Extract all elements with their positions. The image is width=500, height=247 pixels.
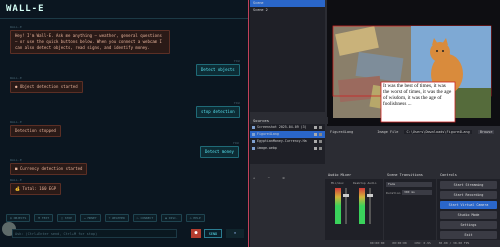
exit-button[interactable]: Exit [440,231,497,239]
source-label: EgyptianMoney-Currency-Ha [257,139,307,143]
lock-icon[interactable] [319,133,322,136]
transitions-title: Scene Transitions [384,172,436,179]
chip-help[interactable]: ◇ HELP [185,214,205,222]
duration-input[interactable]: 300 ms [402,190,432,195]
sources-list: Screenshot 2025-04-09 (3) Figure4Lang Eg… [250,124,325,164]
scene-transitions: Scene Transitions Fade Duration 300 ms [384,172,436,247]
message-bubble: ■ Currency detection started [10,163,88,175]
properties-bar: Figure4Lang Image File C:\Users\Download… [327,128,500,136]
message-bubble: ● Object detection started [10,81,83,93]
start-recording-button[interactable]: Start Recording [440,191,497,199]
lock-icon[interactable] [319,140,322,143]
message-bubble: stop detection [196,106,240,118]
message-bubble: Detection stopped [10,125,61,137]
prop-label: Figure4Lang [330,130,354,134]
obs-window: Scene Scene 2 It was the best of times, … [250,0,500,247]
add-icon[interactable]: + [253,176,255,180]
audio-meter [335,188,341,224]
chip-stop[interactable]: □ STOP [57,214,76,222]
chip-disconnect[interactable]: ◉ DISC. [161,214,182,222]
gear-icon[interactable]: ⚙ [283,176,285,180]
source-icon [252,126,255,129]
preview-canvas[interactable]: It was the best of times, it was the wor… [327,0,500,126]
message-bubble: Hey! I'm Wall-E. Ask me anything — weath… [10,30,170,54]
controls-dock: Controls Start Streaming Start Recording… [437,172,500,247]
preview-image: It was the best of times, it was the wor… [327,0,500,126]
duration-label: Duration [386,191,401,195]
scenes-list: Scene Scene 2 [250,0,325,112]
start-streaming-button[interactable]: Start Streaming [440,181,497,189]
preview-text: It was the best of times, it was the wor… [383,83,452,107]
transition-select[interactable]: Fade [386,182,432,187]
message-bubble: Detect money [200,146,239,158]
app-logo: WALL-E [6,4,45,14]
status-bar: 00:00:00 00:00:00 CPU: 0.9% 30.00 / 30.0… [250,240,500,247]
status-fps: 30.00 / 30.00 FPS [438,241,470,245]
fader-knob[interactable] [343,194,349,197]
message-bubble: 💰 Total: 160 EGP [10,183,62,195]
message-assistant: WALL-E ■ Currency detection started [10,157,88,175]
source-item[interactable]: EgyptianMoney-Currency-Ha [250,138,325,145]
prop-path[interactable]: C:\Users\Downloads\Figure4Lang [404,130,472,134]
fader-knob[interactable] [367,194,373,197]
chip-connect[interactable]: ▷ CONNECT [132,214,158,222]
message-assistant: WALL-E ● Object detection started [10,75,83,93]
source-icon [252,140,255,143]
audio-mixer: Audio Mixer Mic/Aux Desktop Audio [325,172,383,247]
source-label: Figure4Lang [257,132,279,136]
quick-actions: ◎ OBJECTS ⚑ TEXT □ STOP ¤ MONEY ☀ WEATHE… [6,214,205,222]
chip-money[interactable]: ¤ MONEY [79,214,101,222]
chip-weather[interactable]: ☀ WEATHER [104,214,129,222]
message-assistant: WALL-E Detection stopped [10,119,61,137]
chat-panel: WALL-E WALL-E Hey! I'm Wall-E. Ask me an… [0,0,249,247]
menu-button[interactable]: ≡ [226,229,244,238]
eye-icon[interactable] [314,140,317,143]
source-item[interactable]: image.webp [250,145,325,152]
audio-meter [359,188,365,224]
virtual-camera-button[interactable]: Start Virtual Camera [440,201,497,209]
eye-icon[interactable] [314,133,317,136]
message-assistant: WALL-E 💰 Total: 160 EGP [10,177,62,195]
sources-toolbar: + − ⚙ [250,164,325,180]
message-bubble: Detect objects [196,64,240,76]
status-cpu: CPU: 0.9% [414,241,431,245]
chip-text[interactable]: ⚑ TEXT [34,214,54,222]
record-button[interactable]: ● [191,229,201,238]
chat-input[interactable]: Ask: (Ctrl+Enter send, Ctrl+M for stop) [12,229,177,238]
remove-icon[interactable]: − [268,176,270,180]
sources-header: Sources [250,117,328,124]
chip-objects[interactable]: ◎ OBJECTS [6,214,31,222]
source-icon [252,147,255,150]
lock-icon[interactable] [319,147,322,150]
send-button[interactable]: SEND [204,229,222,238]
prop-image-file: Image File [377,130,399,134]
status-rec: 00:00:00 [392,241,407,245]
source-icon [252,133,255,136]
message-assistant: WALL-E Hey! I'm Wall-E. Ask me anything … [10,24,170,54]
message-user: YOU stop detection [196,100,240,118]
status-live: 00:00:00 [370,241,385,245]
settings-button[interactable]: Settings [440,221,497,229]
chat-header: WALL-E [0,0,248,19]
eye-icon[interactable] [314,126,317,129]
studio-mode-button[interactable]: Studio Mode [440,211,497,219]
source-item[interactable]: Figure4Lang [250,131,325,138]
source-item[interactable]: Screenshot 2025-04-09 (3) [250,124,325,131]
source-label: Screenshot 2025-04-09 (3) [257,125,307,129]
channel-label: Desktop Audio [353,181,377,185]
scene-item[interactable]: Scene 2 [250,7,325,14]
browse-button[interactable]: Browse [477,130,495,134]
mixer-title: Audio Mixer [325,172,383,179]
scene-item[interactable]: Scene [250,0,325,7]
lock-icon[interactable] [319,126,322,129]
message-user: YOU Detect money [200,140,239,158]
source-label: image.webp [257,146,277,150]
eye-icon[interactable] [314,147,317,150]
input-bar: Ask: (Ctrl+Enter send, Ctrl+M for stop) … [2,222,244,240]
message-user: YOU Detect objects [196,58,240,76]
controls-title: Controls [437,172,500,179]
channel-label: Mic/Aux [331,181,344,185]
